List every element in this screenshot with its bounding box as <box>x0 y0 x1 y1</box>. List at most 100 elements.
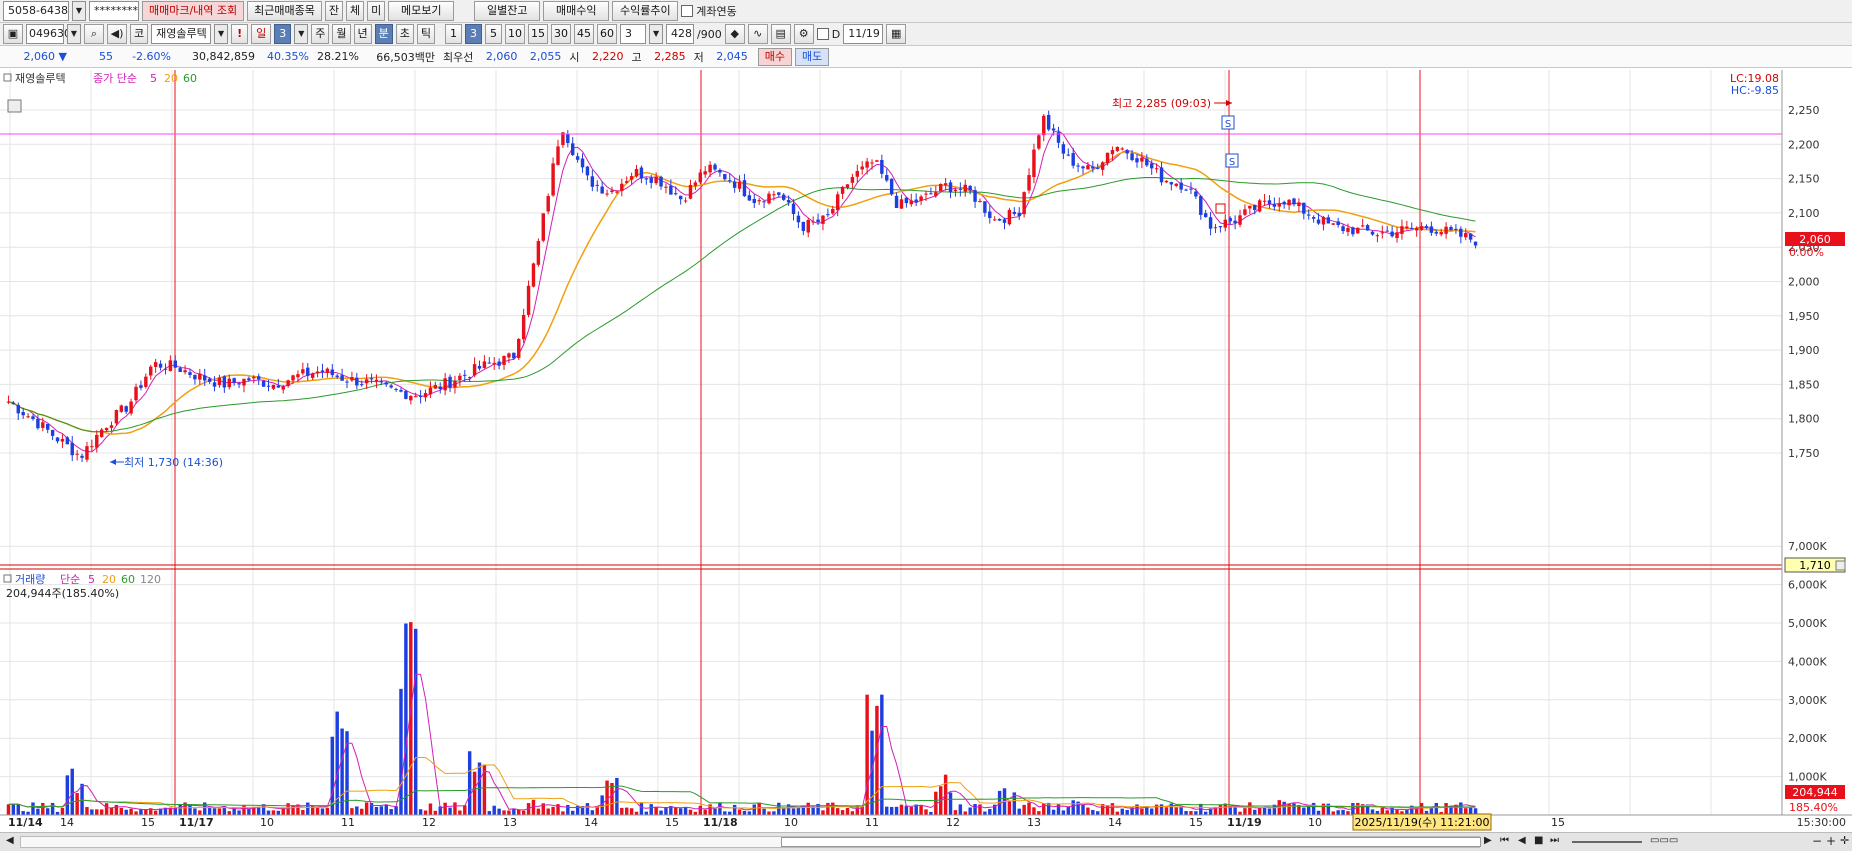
volume-bar <box>306 802 310 815</box>
prev-page-icon[interactable]: ◀ <box>1518 835 1526 846</box>
zoom-slider[interactable] <box>1572 841 1642 843</box>
volume-bar <box>1292 803 1296 815</box>
interval-30-button[interactable]: 30 <box>551 24 572 44</box>
executed-button[interactable]: 체 <box>346 1 365 21</box>
zoom-out-icon[interactable]: − <box>1812 834 1822 848</box>
scroll-left-icon[interactable]: ◀ <box>6 835 14 846</box>
period-second-button[interactable]: 초 <box>395 24 414 44</box>
account-dropdown-icon[interactable]: ▼ <box>72 1 86 21</box>
candle-body <box>1213 227 1218 229</box>
candle-body <box>1105 152 1110 164</box>
interval-45-button[interactable]: 45 <box>574 24 595 44</box>
gear-icon[interactable]: ⚙ <box>793 24 814 44</box>
day-count-dropdown-icon[interactable]: ▼ <box>294 24 309 44</box>
candle-body <box>448 376 452 388</box>
interval-15-button[interactable]: 15 <box>528 24 549 44</box>
period-month-button[interactable]: 월 <box>332 24 351 44</box>
memo-button[interactable]: 메모보기 <box>388 1 455 21</box>
panel-menu-icon[interactable] <box>7 99 22 113</box>
date-checkbox[interactable] <box>816 28 829 40</box>
trade-mark-lookup-button[interactable]: 매매마크/내역 조회 <box>142 1 245 21</box>
volume-bar <box>919 804 923 815</box>
candle-body <box>732 181 737 188</box>
volume-bar <box>472 771 477 815</box>
recent-trades-button[interactable]: 최근매매종목 <box>247 1 322 21</box>
interval-10-button[interactable]: 10 <box>505 24 526 44</box>
volume-bar <box>389 809 393 815</box>
candle-body <box>747 195 752 201</box>
search-icon[interactable]: ⌕ <box>84 24 104 44</box>
buy-button[interactable]: 매수 <box>757 47 792 66</box>
volume-bar <box>1223 803 1228 815</box>
price-tick-label: 1,750 <box>1788 447 1820 460</box>
calendar-icon[interactable]: ▦ <box>886 24 907 44</box>
horizontal-scrollbar[interactable] <box>20 836 1481 848</box>
candle-body <box>173 360 177 368</box>
layout-buttons-icon[interactable]: ▭▭▭ <box>1650 835 1678 846</box>
trend-icon[interactable]: ∿ <box>747 24 768 44</box>
scroll-right-icon[interactable]: ▶ <box>1484 835 1492 846</box>
candle-body <box>948 182 953 193</box>
layout-icon[interactable]: ▣ <box>3 24 23 44</box>
volume-bar <box>448 807 452 815</box>
date-field[interactable]: 11/19 <box>843 24 884 44</box>
volume-bar <box>777 802 781 815</box>
password-field[interactable]: ******** <box>89 1 139 21</box>
period-day-count[interactable]: 3 <box>274 24 292 44</box>
volume-bar <box>399 688 403 815</box>
period-day-button[interactable]: 일 <box>251 24 272 44</box>
volume-bar <box>502 810 506 815</box>
best-bid-2: 2,055 <box>529 50 562 63</box>
candle-body <box>1007 209 1012 225</box>
cursor-time-text: 2025/11/19(수) 11:21:00 <box>1354 816 1489 829</box>
pending-button[interactable]: 미 <box>367 1 386 21</box>
count-field[interactable]: 428 <box>666 24 695 44</box>
candle-body <box>669 185 673 195</box>
name-dropdown-icon[interactable]: ▼ <box>214 24 229 44</box>
interval-60-button[interactable]: 60 <box>597 24 618 44</box>
period-week-button[interactable]: 주 <box>311 24 330 44</box>
stock-name-field[interactable]: 재영솔루텍 <box>151 24 212 44</box>
code-dropdown-icon[interactable]: ▼ <box>67 24 81 44</box>
market-label: 코 <box>130 24 149 44</box>
stop-icon[interactable]: ■ <box>1534 835 1543 846</box>
save-icon[interactable]: ▤ <box>770 24 791 44</box>
volume-bar <box>1233 806 1237 815</box>
zoom-in-icon[interactable]: + <box>1826 834 1836 848</box>
trade-profit-button[interactable]: 매매수익 <box>543 1 610 21</box>
daily-balance-button[interactable]: 일별잔고 <box>474 1 541 21</box>
account-link-checkbox[interactable] <box>681 5 694 17</box>
sound-icon[interactable]: ◀) <box>107 24 127 44</box>
bottom-price-tag-text: 1,710 <box>1799 559 1831 572</box>
next-page-icon[interactable]: ⏭ <box>1550 835 1559 846</box>
warning-button[interactable]: ! <box>231 24 249 44</box>
volume-bar <box>1228 806 1232 815</box>
interval-dropdown-icon[interactable]: ▼ <box>649 24 664 44</box>
period-minute-button[interactable]: 분 <box>374 24 393 44</box>
stock-chart[interactable]: 재영솔루텍 종가 단순 5 20 60 LC:19.08 HC:-9.85 최고… <box>0 70 1852 832</box>
candle-body <box>821 215 825 224</box>
expand-icon[interactable]: ✛ <box>1840 834 1849 847</box>
stock-code-field[interactable]: 049630 <box>26 24 71 44</box>
interval-3-button[interactable]: 3 <box>465 24 483 44</box>
indicator-icon[interactable]: ◆ <box>724 24 745 44</box>
interval-value-field[interactable]: 3 <box>620 24 647 44</box>
sell-button[interactable]: 매도 <box>795 47 830 66</box>
candle-body <box>1410 227 1414 229</box>
interval-1-button[interactable]: 1 <box>445 24 463 44</box>
candle-body <box>762 201 766 203</box>
volume-bar <box>463 805 467 815</box>
period-year-button[interactable]: 년 <box>353 24 372 44</box>
return-trend-button[interactable]: 수익률추이 <box>612 1 679 21</box>
volume-bar <box>350 808 354 815</box>
candle-body <box>487 362 492 364</box>
interval-5-button[interactable]: 5 <box>485 24 503 44</box>
first-page-icon[interactable]: ⏮ <box>1500 835 1509 846</box>
volume-bar <box>639 802 644 815</box>
account-number-field[interactable]: 5058-6438 <box>3 1 69 21</box>
scroll-thumb[interactable] <box>781 837 1481 847</box>
volume-bar <box>953 810 958 815</box>
candle-body <box>222 376 227 388</box>
balance-button[interactable]: 잔 <box>324 1 344 21</box>
period-tick-button[interactable]: 틱 <box>416 24 436 44</box>
